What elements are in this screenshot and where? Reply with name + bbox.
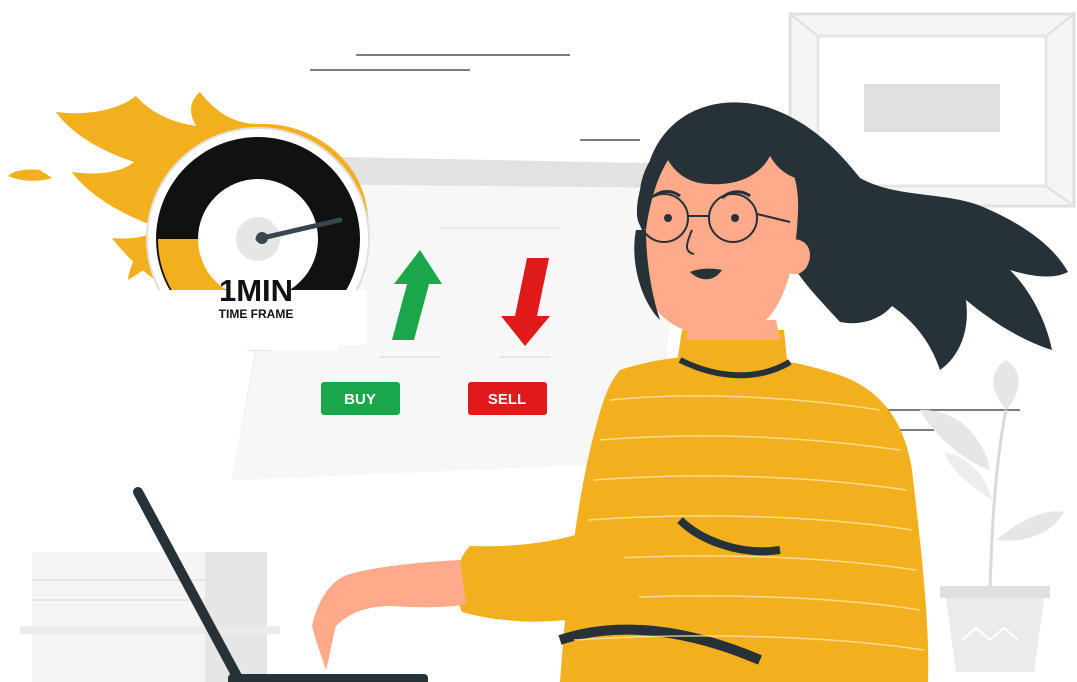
stacked-papers [20, 552, 280, 682]
gauge-value-label: 1MIN [219, 273, 293, 308]
buy-button-label: BUY [344, 391, 376, 408]
sell-button[interactable]: SELL [468, 382, 547, 415]
trading-illustration: BUY SELL 1MIN TIME FRAME [8, 12, 1076, 682]
speed-gauge: 1MIN TIME FRAME [146, 127, 370, 351]
gauge-caption: TIME FRAME [219, 307, 294, 321]
sell-button-label: SELL [488, 391, 526, 408]
potted-plant [920, 360, 1064, 672]
buy-button[interactable]: BUY [321, 382, 400, 415]
